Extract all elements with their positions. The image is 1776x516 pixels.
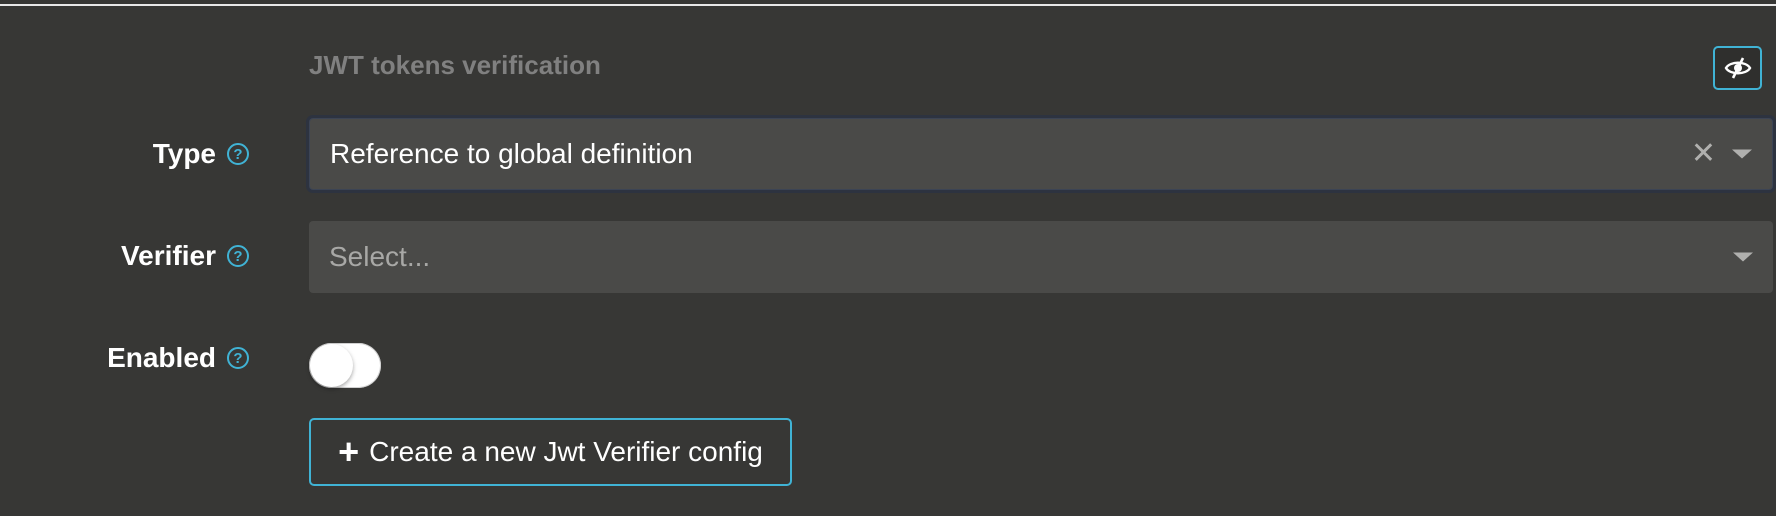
type-label-group: Type ? (153, 119, 249, 189)
type-help-icon[interactable]: ? (227, 143, 249, 165)
verifier-select[interactable]: Select... (309, 221, 1773, 293)
verifier-select-placeholder: Select... (329, 241, 431, 272)
create-jwt-verifier-label: Create a new Jwt Verifier config (369, 436, 763, 467)
section-title: JWT tokens verification (309, 50, 601, 80)
clear-icon[interactable]: ✕ (1691, 139, 1716, 169)
toggle-knob (310, 344, 353, 387)
plus-icon: + (338, 431, 360, 472)
type-label: Type (152, 138, 216, 169)
chevron-down-icon[interactable] (1733, 252, 1753, 262)
verifier-label-group: Verifier ? (121, 221, 249, 291)
eye-slash-icon (1724, 57, 1751, 79)
verifier-help-icon[interactable]: ? (227, 245, 249, 267)
enabled-help-icon[interactable]: ? (227, 347, 249, 369)
type-select[interactable]: Reference to global definition ✕ (309, 118, 1773, 190)
type-select-value: Reference to global definition (330, 138, 693, 169)
top-divider (0, 4, 1776, 6)
toggle-visibility-button[interactable] (1713, 46, 1762, 90)
enabled-toggle[interactable] (309, 343, 381, 388)
chevron-down-icon[interactable] (1732, 149, 1752, 159)
verifier-label: Verifier (121, 240, 216, 271)
create-jwt-verifier-button[interactable]: + Create a new Jwt Verifier config (309, 418, 792, 486)
enabled-label-group: Enabled ? (107, 323, 249, 393)
enabled-label: Enabled (107, 342, 216, 373)
